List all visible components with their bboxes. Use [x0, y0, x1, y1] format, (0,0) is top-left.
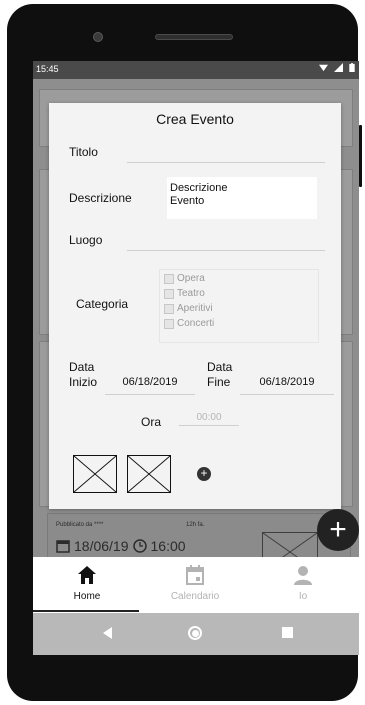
person-icon [294, 566, 312, 585]
power-button [359, 125, 362, 187]
ora-label: Ora [141, 415, 162, 429]
status-time: 15:45 [36, 64, 59, 74]
feed-card-time-ago: 12h fa. [186, 522, 205, 528]
category-label: Aperitivi [177, 303, 213, 314]
wifi-icon [319, 64, 328, 72]
calendar-icon [186, 565, 204, 585]
home-button-icon[interactable] [188, 626, 202, 640]
feed-card-date: 18/06/19 [74, 538, 129, 554]
data-inizio-label: Data Inizio [69, 360, 97, 390]
data-inizio-label-line1: Data [69, 360, 95, 374]
bottom-navigation: Home Calendario Io [33, 557, 359, 613]
descrizione-label: Descrizione [69, 191, 132, 205]
nav-item-calendario[interactable]: Calendario [141, 557, 249, 613]
checkbox[interactable] [164, 273, 174, 284]
checkbox[interactable] [164, 288, 174, 299]
luogo-label: Luogo [69, 233, 103, 247]
category-label: Opera [177, 273, 205, 284]
nav-item-home[interactable]: Home [33, 557, 141, 613]
feed-card-datetime: 18/06/19 16:00 [56, 538, 186, 554]
back-icon[interactable] [103, 627, 112, 639]
luogo-input[interactable] [127, 235, 325, 251]
nav-label-home: Home [73, 591, 101, 602]
phone-frame: 15:45 Pubblicato da **** 12h fa. 18/06/1… [7, 4, 359, 701]
calendar-icon [56, 540, 70, 553]
data-inizio-input[interactable]: 06/18/2019 [105, 376, 195, 395]
battery-icon [349, 63, 355, 72]
data-inizio-label-line2: Inizio [69, 375, 98, 389]
nav-label-calendario: Calendario [170, 591, 220, 602]
status-icons [319, 63, 355, 72]
category-option-aperitivi[interactable]: Aperitivi [164, 303, 213, 314]
data-fine-label-line2: Fine [207, 375, 231, 389]
feed-card-author: Pubblicato da **** [56, 522, 104, 528]
category-label: Concerti [177, 318, 215, 329]
image-placeholder-icon[interactable] [127, 455, 171, 493]
camera-icon [93, 32, 103, 42]
speaker-grille [155, 34, 233, 40]
titolo-input[interactable] [127, 147, 325, 163]
recent-apps-icon[interactable] [282, 627, 293, 638]
checkbox[interactable] [164, 303, 174, 314]
add-event-fab[interactable]: + [317, 509, 359, 551]
descrizione-textarea[interactable]: Descrizione Evento [167, 177, 317, 219]
titolo-label: Titolo [69, 145, 98, 159]
category-label: Teatro [177, 288, 205, 299]
home-icon [78, 566, 96, 584]
dialog-title: Crea Evento [156, 111, 234, 127]
categoria-checkbox-group: Opera Teatro Aperitivi Concerti [159, 269, 319, 343]
category-option-opera[interactable]: Opera [164, 273, 205, 284]
data-fine-label-line1: Data [207, 360, 233, 374]
categoria-label: Categoria [76, 297, 129, 311]
feed-card-hour: 16:00 [150, 538, 186, 554]
data-fine-label: Data Fine [207, 360, 232, 390]
system-navigation-bar [33, 613, 359, 655]
data-fine-input[interactable]: 06/18/2019 [240, 376, 334, 395]
active-tab-indicator [33, 610, 139, 612]
clock-icon [132, 539, 147, 553]
nav-label-io: Io [298, 591, 308, 602]
checkbox[interactable] [164, 318, 174, 329]
status-bar: 15:45 [33, 61, 359, 79]
ora-input[interactable]: 00:00 [179, 412, 239, 426]
screen: 15:45 Pubblicato da **** 12h fa. 18/06/1… [33, 61, 359, 655]
category-option-teatro[interactable]: Teatro [164, 288, 205, 299]
add-image-button[interactable]: + [197, 467, 211, 481]
image-placeholder-icon[interactable] [73, 455, 117, 493]
category-option-concerti[interactable]: Concerti [164, 318, 214, 329]
create-event-dialog: Crea Evento Titolo Descrizione Descrizio… [49, 103, 341, 509]
signal-icon [334, 63, 343, 72]
nav-item-io[interactable]: Io [249, 557, 357, 613]
